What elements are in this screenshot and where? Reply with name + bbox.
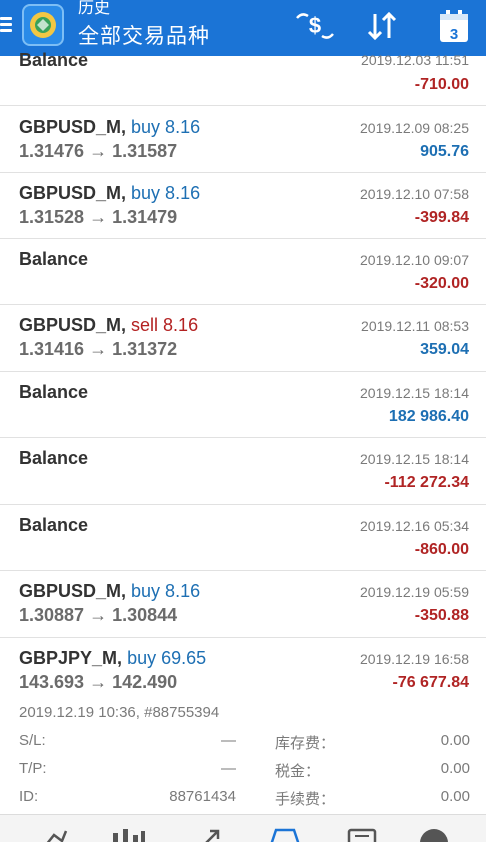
- fee-label: 手续费：: [275, 791, 336, 808]
- messages-icon[interactable]: [346, 827, 378, 842]
- item-amount: -860.00: [414, 541, 469, 558]
- history-list: Balance 2019.12.03 11:51 -710.00 GBPUSD_…: [0, 50, 486, 814]
- item-symbol: GBPUSD_M, sell 8.16: [19, 315, 199, 335]
- history-icon[interactable]: [268, 827, 302, 842]
- chart-icon[interactable]: [110, 827, 146, 842]
- history-item[interactable]: Balance 2019.12.16 05:34 -860.00: [0, 505, 486, 571]
- item-symbol: Balance: [19, 249, 89, 269]
- item-symbol: Balance: [19, 50, 89, 70]
- item-amount: 359.04: [420, 341, 469, 358]
- item-amount: -112 272.34: [384, 474, 469, 491]
- symbol-filter-title[interactable]: 全部交易品种: [78, 24, 210, 50]
- item-amount: -710.00: [414, 76, 469, 93]
- item-symbol: GBPUSD_M, buy 8.16: [19, 117, 201, 137]
- item-symbol: Balance: [19, 448, 89, 468]
- app-logo-icon: [22, 4, 64, 46]
- item-date: 2019.12.15 18:14: [360, 385, 469, 401]
- svg-text:$: $: [309, 13, 321, 38]
- item-amount: -320.00: [414, 275, 469, 292]
- item-prices: 143.693 → 142.490: [19, 672, 178, 692]
- item-amount: 905.76: [420, 143, 469, 160]
- trade-icon[interactable]: [198, 827, 226, 842]
- currency-swap-icon[interactable]: $: [294, 8, 336, 44]
- history-item[interactable]: Balance 2019.12.15 18:14 -112 272.34: [0, 438, 486, 505]
- history-item[interactable]: Balance 2019.12.03 11:51 -710.00: [0, 50, 486, 106]
- tax-label: 税金：: [275, 763, 321, 780]
- history-item[interactable]: GBPUSD_M, buy 8.16 1.31528 → 1.31479 201…: [0, 173, 486, 239]
- top-app-bar: 历史 全部交易品种 $ 3: [0, 0, 486, 56]
- bottom-navigation: [0, 814, 486, 842]
- item-amount: -399.84: [414, 209, 469, 226]
- item-date: 2019.12.19 16:58: [360, 651, 469, 667]
- item-date: 2019.12.19 05:59: [360, 584, 469, 600]
- item-prices: 1.31528 → 1.31479: [19, 207, 178, 227]
- item-amount: -350.88: [414, 607, 469, 624]
- item-direction: buy 8.16: [131, 183, 201, 203]
- sl-value: —: [221, 732, 236, 749]
- item-direction: buy 69.65: [127, 648, 207, 668]
- swap-value: 0.00: [440, 732, 470, 749]
- detail-row-tp: T/P: — 税金： 0.00: [19, 760, 470, 784]
- item-amount: 182 986.40: [388, 408, 469, 425]
- menu-icon[interactable]: [0, 14, 14, 36]
- item-symbol: Balance: [19, 515, 89, 535]
- item-date: 2019.12.03 11:51: [361, 52, 469, 68]
- swap-label: 库存费：: [275, 735, 336, 752]
- calendar-icon[interactable]: 3: [438, 8, 470, 44]
- history-item[interactable]: Balance 2019.12.15 18:14 182 986.40: [0, 372, 486, 438]
- sl-label: S/L:: [19, 732, 46, 749]
- item-direction: sell 8.16: [131, 315, 199, 335]
- detail-row-sl: S/L: — 库存费： 0.00: [19, 732, 470, 756]
- history-item-expanded[interactable]: GBPJPY_M, buy 69.65 143.693 → 142.490 20…: [0, 638, 486, 814]
- item-prices: 1.30887 → 1.30844: [19, 605, 178, 625]
- item-date: 2019.12.10 09:07: [360, 252, 469, 268]
- fee-value: 0.00: [440, 788, 470, 805]
- item-date: 2019.12.15 18:14: [360, 451, 469, 467]
- history-item[interactable]: GBPUSD_M, sell 8.16 1.31416 → 1.31372 20…: [0, 305, 486, 372]
- id-value: 88761434: [169, 788, 236, 805]
- history-item[interactable]: GBPUSD_M, buy 8.16 1.30887 → 1.30844 201…: [0, 571, 486, 638]
- detail-row-id: ID: 88761434 手续费： 0.00: [19, 788, 470, 812]
- item-symbol: GBPJPY_M, buy 69.65: [19, 648, 207, 668]
- item-symbol: GBPUSD_M, buy 8.16: [19, 183, 201, 203]
- item-direction: buy 8.16: [131, 581, 201, 601]
- open-time-ticket: 2019.12.19 10:36, #88755394: [19, 704, 220, 721]
- svg-text:3: 3: [450, 26, 458, 43]
- quotes-icon[interactable]: [42, 827, 68, 842]
- item-prices: 1.31476 → 1.31587: [19, 141, 178, 161]
- item-symbol: Balance: [19, 382, 89, 402]
- history-item[interactable]: GBPUSD_M, buy 8.16 1.31476 → 1.31587 201…: [0, 106, 486, 173]
- history-item[interactable]: Balance 2019.12.10 09:07 -320.00: [0, 239, 486, 305]
- item-date: 2019.12.16 05:34: [360, 518, 469, 534]
- page-title-small: 历史: [78, 0, 111, 17]
- item-date: 2019.12.11 08:53: [361, 318, 469, 334]
- item-symbol: GBPUSD_M, buy 8.16: [19, 581, 201, 601]
- item-direction: buy 8.16: [131, 117, 201, 137]
- tax-value: 0.00: [440, 760, 470, 777]
- item-amount: -76 677.84: [392, 674, 469, 691]
- tp-value: —: [221, 760, 236, 777]
- sort-icon[interactable]: [364, 8, 400, 44]
- item-prices: 1.31416 → 1.31372: [19, 339, 178, 359]
- open-info: 2019.12.19 10:36, #88755394: [19, 704, 470, 728]
- item-date: 2019.12.09 08:25: [360, 120, 469, 136]
- id-label: ID:: [19, 788, 39, 805]
- item-date: 2019.12.10 07:58: [360, 186, 469, 202]
- tp-label: T/P:: [19, 760, 47, 777]
- settings-icon[interactable]: [418, 827, 450, 842]
